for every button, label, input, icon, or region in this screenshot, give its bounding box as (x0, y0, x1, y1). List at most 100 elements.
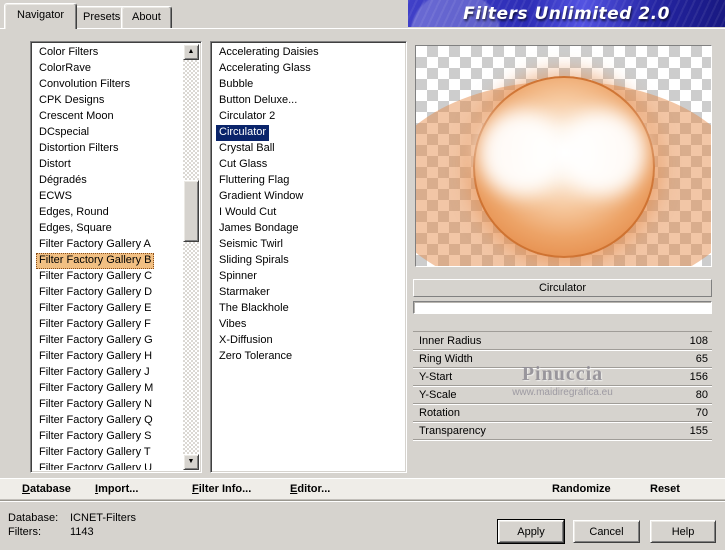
category-item[interactable]: Filter Factory Gallery A (33, 236, 183, 252)
cancel-button[interactable]: Cancel (573, 520, 640, 543)
filter-caption-label: Circulator (538, 282, 587, 294)
filter-item-label: Circulator 2 (219, 110, 276, 122)
filter-item[interactable]: Bubble (213, 76, 404, 92)
filter-item[interactable]: I Would Cut (213, 204, 404, 220)
category-item-label: Edges, Square (39, 222, 112, 234)
category-item[interactable]: Filter Factory Gallery G (33, 332, 183, 348)
filter-item[interactable]: Accelerating Daisies (213, 44, 404, 60)
category-item-label: Filter Factory Gallery N (39, 398, 153, 410)
filter-item[interactable]: Cut Glass (213, 156, 404, 172)
filter-item-label: Gradient Window (219, 190, 304, 202)
filter-item[interactable]: Fluttering Flag (213, 172, 404, 188)
database-button[interactable]: Database (22, 479, 71, 500)
category-item-label: Color Filters (39, 46, 99, 58)
category-item[interactable]: Filter Factory Gallery Q (33, 412, 183, 428)
parameter-label: Rotation (419, 406, 460, 419)
parameter-slider[interactable]: Y-Scale 80 (413, 386, 712, 404)
category-item[interactable]: ECWS (33, 188, 183, 204)
filter-item-label: Seismic Twirl (219, 238, 283, 250)
category-scrollbar[interactable]: ▲ ▼ (183, 44, 199, 470)
filter-item[interactable]: The Blackhole (213, 300, 404, 316)
category-item-label: Filter Factory Gallery G (39, 334, 153, 346)
category-item[interactable]: Dégradés (33, 172, 183, 188)
parameter-slider[interactable]: Transparency 155 (413, 422, 712, 440)
filter-item-label: Sliding Spirals (219, 254, 289, 266)
filter-item[interactable]: Seismic Twirl (213, 236, 404, 252)
filter-item[interactable]: James Bondage (213, 220, 404, 236)
filters-count-value: 1143 (70, 526, 94, 538)
navigator-page: Color Filters ColorRave Convolution Filt… (0, 28, 725, 478)
filter-item[interactable]: Circulator (213, 124, 404, 141)
category-item[interactable]: Filter Factory Gallery E (33, 300, 183, 316)
category-item[interactable]: Edges, Round (33, 204, 183, 220)
filter-item[interactable]: Accelerating Glass (213, 60, 404, 76)
parameter-value: 156 (689, 370, 708, 383)
filter-listbox: Accelerating Daisies Accelerating Glass … (210, 41, 407, 473)
filter-item[interactable]: Zero Tolerance (213, 348, 404, 364)
category-item[interactable]: Filter Factory Gallery B (33, 252, 183, 269)
category-item[interactable]: Edges, Square (33, 220, 183, 236)
category-item[interactable]: CPK Designs (33, 92, 183, 108)
category-item[interactable]: Distortion Filters (33, 140, 183, 156)
category-item[interactable]: Color Filters (33, 44, 183, 60)
category-item[interactable]: Filter Factory Gallery M (33, 380, 183, 396)
scrollbar-track[interactable] (183, 60, 199, 454)
parameter-slider[interactable]: Ring Width 65 (413, 350, 712, 368)
scrollbar-thumb[interactable] (183, 180, 199, 242)
parameter-label: Ring Width (419, 352, 473, 365)
filter-caption: Circulator (413, 279, 712, 297)
filter-item[interactable]: Spinner (213, 268, 404, 284)
parameter-label: Y-Scale (419, 388, 457, 401)
category-item[interactable]: Filter Factory Gallery H (33, 348, 183, 364)
filter-item-label: Button Deluxe... (219, 94, 298, 106)
filter-item[interactable]: Starmaker (213, 284, 404, 300)
import-button[interactable]: Import... (95, 479, 138, 500)
randomize-button[interactable]: Randomize (552, 479, 611, 500)
apply-button[interactable]: Apply (497, 519, 565, 544)
parameter-label: Transparency (419, 424, 486, 437)
category-item-label: Filter Factory Gallery A (39, 238, 151, 250)
category-item[interactable]: Crescent Moon (33, 108, 183, 124)
toolbar: Database Import... Filter Info... Editor… (0, 478, 725, 500)
category-item-label: Crescent Moon (39, 110, 114, 122)
filter-item-label: Starmaker (219, 286, 270, 298)
category-item[interactable]: Convolution Filters (33, 76, 183, 92)
help-button[interactable]: Help (650, 520, 716, 543)
filter-item[interactable]: Gradient Window (213, 188, 404, 204)
parameter-slider[interactable]: Inner Radius 108 (413, 332, 712, 350)
category-item[interactable]: Filter Factory Gallery J (33, 364, 183, 380)
category-item[interactable]: Filter Factory Gallery C (33, 268, 183, 284)
app-title: Filters Unlimited 2.0 (463, 3, 670, 24)
tab-about[interactable]: About (121, 6, 172, 28)
filter-item[interactable]: Button Deluxe... (213, 92, 404, 108)
filter-item[interactable]: Crystal Ball (213, 140, 404, 156)
category-item[interactable]: Filter Factory Gallery U (33, 460, 183, 470)
scroll-up-icon[interactable]: ▲ (183, 44, 199, 60)
filter-item[interactable]: Circulator 2 (213, 108, 404, 124)
parameter-value: 70 (695, 406, 708, 419)
category-item-label: Filter Factory Gallery H (39, 350, 153, 362)
reset-button[interactable]: Reset (650, 479, 680, 500)
tab-navigator[interactable]: Navigator (4, 3, 78, 29)
filter-item-label: Accelerating Daisies (219, 46, 319, 58)
category-item-label: Filter Factory Gallery E (39, 302, 152, 314)
category-item[interactable]: Filter Factory Gallery D (33, 284, 183, 300)
filter-item[interactable]: X-Diffusion (213, 332, 404, 348)
category-item[interactable]: Distort (33, 156, 183, 172)
parameter-slider[interactable]: Rotation 70 (413, 404, 712, 422)
category-item[interactable]: Filter Factory Gallery T (33, 444, 183, 460)
editor-button[interactable]: Editor... (290, 479, 330, 500)
category-item[interactable]: Filter Factory Gallery F (33, 316, 183, 332)
category-item[interactable]: ColorRave (33, 60, 183, 76)
category-item[interactable]: Filter Factory Gallery N (33, 396, 183, 412)
filter-info-button[interactable]: Filter Info... (192, 479, 251, 500)
filter-item-label: I Would Cut (219, 206, 277, 218)
category-item[interactable]: DCspecial (33, 124, 183, 140)
category-item-label: ColorRave (39, 62, 91, 74)
filter-item[interactable]: Sliding Spirals (213, 252, 404, 268)
parameter-slider[interactable]: Y-Start 156 (413, 368, 712, 386)
preview-panel: Circulator Inner Radius 108 Ring Width 6… (410, 29, 725, 479)
category-item[interactable]: Filter Factory Gallery S (33, 428, 183, 444)
scroll-down-icon[interactable]: ▼ (183, 454, 199, 470)
filter-item[interactable]: Vibes (213, 316, 404, 332)
